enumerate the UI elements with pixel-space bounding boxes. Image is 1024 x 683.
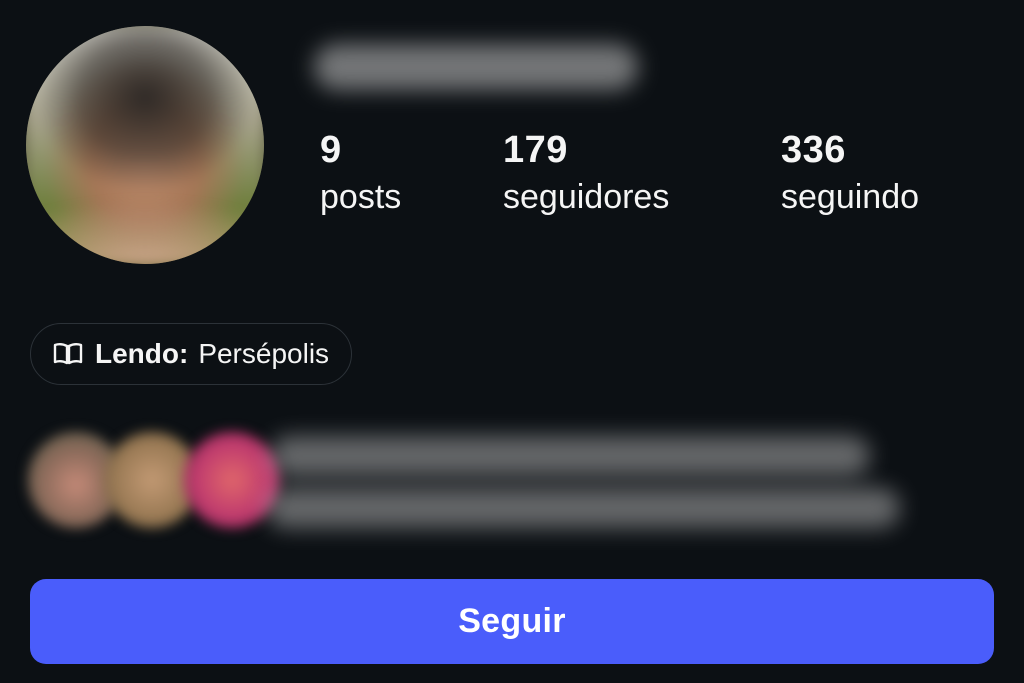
stat-following[interactable]: 336 seguindo xyxy=(781,128,919,218)
reading-status-pill[interactable]: Lendo: Persépolis xyxy=(30,323,353,385)
stat-following-label: seguindo xyxy=(781,178,920,216)
stat-followers[interactable]: 179 seguidores xyxy=(503,128,669,218)
reading-book-title: Persépolis xyxy=(198,338,330,369)
mutual-avatar xyxy=(184,432,280,528)
avatar-photo-shade xyxy=(26,194,264,264)
stat-posts-count: 9 xyxy=(320,129,342,171)
stat-followers-label: seguidores xyxy=(503,178,670,216)
mutual-followers-avatars[interactable] xyxy=(28,432,280,532)
stat-posts[interactable]: 9 posts xyxy=(320,128,401,218)
reading-prefix: Lendo: xyxy=(95,338,189,369)
stat-followers-count: 179 xyxy=(503,129,568,171)
mutual-followers-text-redacted[interactable] xyxy=(266,488,900,528)
stat-posts-label: posts xyxy=(320,178,402,216)
book-open-icon xyxy=(53,342,83,366)
profile-avatar[interactable] xyxy=(26,26,264,264)
follow-button[interactable]: Seguir xyxy=(30,579,994,664)
stat-following-count: 336 xyxy=(781,129,846,171)
mutual-followers-text-redacted[interactable] xyxy=(270,436,870,476)
profile-name-redacted xyxy=(314,44,638,90)
profile-header: 9 posts 179 seguidores 336 seguindo Lend… xyxy=(0,0,1024,683)
